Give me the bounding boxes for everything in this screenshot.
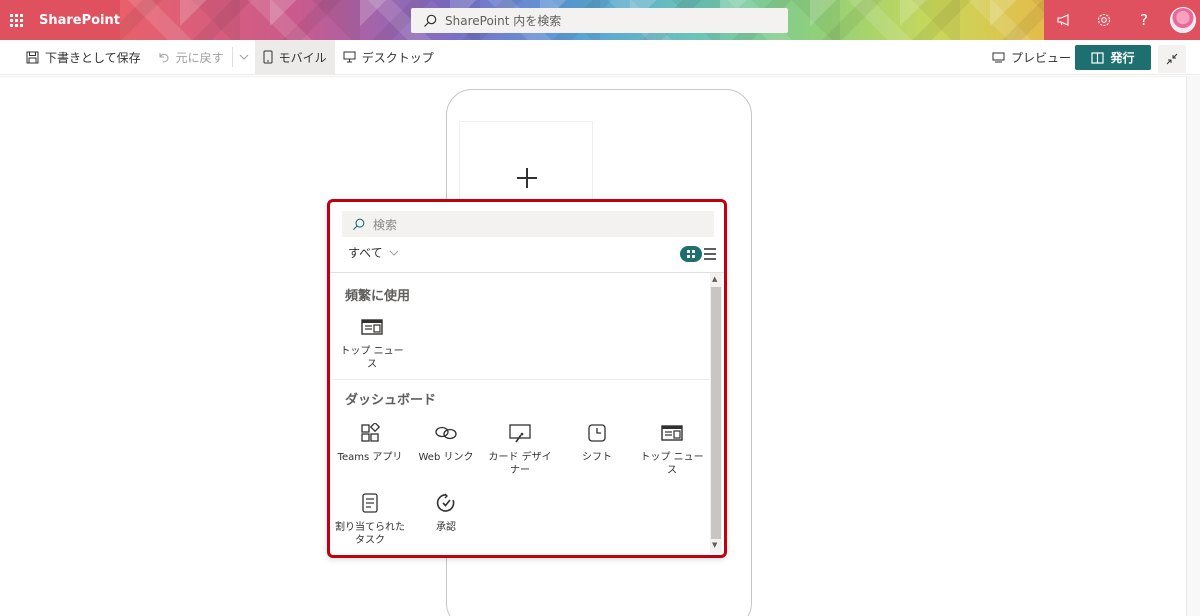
- waffle-icon: [9, 13, 23, 27]
- list-icon: [704, 248, 716, 250]
- webpart-tile-label: トップ ニュース: [340, 346, 404, 370]
- toolbox-search-placeholder: 検索: [373, 217, 398, 232]
- question-icon: ?: [1140, 11, 1148, 29]
- suite-bar-right: ?: [1044, 0, 1200, 40]
- webpart-tile-teams-apps[interactable]: Teams アプリ: [334, 421, 406, 464]
- gear-icon: [1097, 13, 1111, 27]
- chevron-down-icon: [389, 250, 399, 256]
- publish-button[interactable]: 発行: [1075, 45, 1151, 70]
- save-draft-button[interactable]: 下書きとして保存: [18, 40, 149, 75]
- undo-button[interactable]: 元に戻す: [149, 40, 232, 75]
- news-icon: [661, 425, 683, 441]
- webpart-tile-shifts[interactable]: シフト: [561, 421, 633, 464]
- webpart-tile-top-news-2[interactable]: トップ ニュース: [636, 421, 708, 477]
- mobile-label: モバイル: [278, 50, 327, 65]
- webpart-toolbox: 検索 すべて 頻繁に使用 トップ ニュース ダッシュボード Teams アプリ …: [327, 199, 727, 558]
- webpart-tile-label: トップ ニュース: [640, 452, 704, 476]
- megaphone-button[interactable]: [1044, 0, 1084, 40]
- undo-label: 元に戻す: [175, 50, 224, 65]
- brand-name[interactable]: SharePoint: [39, 13, 120, 28]
- megaphone-icon: [1057, 14, 1069, 26]
- approval-icon: [436, 493, 455, 512]
- chevron-down-icon: [239, 54, 249, 60]
- suite-bar-left: SharePoint: [0, 0, 120, 40]
- clock-icon: [588, 424, 606, 442]
- phone-icon: [263, 50, 273, 64]
- webpart-tile-card-designer[interactable]: カード デザイナー: [484, 421, 556, 477]
- webpart-tile-label: シフト: [582, 452, 612, 463]
- toolbox-body: 頻繁に使用 トップ ニュース ダッシュボード Teams アプリ Web リンク…: [330, 273, 710, 553]
- search-icon: [424, 14, 437, 27]
- publish-label: 発行: [1110, 51, 1135, 65]
- desktop-view-button[interactable]: デスクトップ: [335, 40, 442, 75]
- settings-button[interactable]: [1084, 0, 1124, 40]
- section-title-frequent: 頻繁に使用: [345, 289, 411, 304]
- scroll-thumb[interactable]: [711, 287, 721, 539]
- suite-search-placeholder: SharePoint 内を検索: [445, 14, 562, 28]
- webpart-tile-top-news[interactable]: トップ ニュース: [336, 315, 408, 371]
- webpart-tile-approvals[interactable]: 承認: [410, 491, 482, 534]
- section-divider: [333, 379, 710, 380]
- avatar[interactable]: [1170, 7, 1196, 33]
- collapse-button[interactable]: [1158, 45, 1186, 73]
- preview-icon: [992, 52, 1005, 63]
- search-icon: [352, 218, 365, 230]
- preview-button[interactable]: プレビュー: [984, 40, 1079, 75]
- grid-icon: [687, 250, 695, 258]
- page-scrollbar[interactable]: [1186, 76, 1200, 616]
- scroll-down-icon[interactable]: ▼: [712, 541, 717, 549]
- category-filter-label: すべて: [348, 246, 383, 260]
- suite-search-box[interactable]: SharePoint 内を検索: [411, 8, 788, 33]
- card-designer-icon: [509, 424, 531, 443]
- save-icon: [26, 51, 39, 63]
- webpart-tile-web-link[interactable]: Web リンク: [410, 421, 482, 464]
- save-draft-label: 下書きとして保存: [45, 50, 141, 65]
- book-icon: [1091, 51, 1105, 64]
- command-bar: 下書きとして保存 元に戻す モバイル デスクトップ プレビュー 発行: [0, 39, 1200, 75]
- scroll-up-icon[interactable]: ▲: [712, 275, 717, 283]
- undo-dropdown-button[interactable]: [233, 40, 255, 75]
- grid-view-button[interactable]: [680, 246, 702, 262]
- collapse-icon: [1166, 53, 1178, 65]
- webpart-tile-label: Teams アプリ: [337, 452, 403, 463]
- webpart-tile-assigned-tasks[interactable]: 割り当てられたタスク: [334, 491, 406, 547]
- preview-label: プレビュー: [1011, 51, 1072, 65]
- webpart-tile-label: カード デザイナー: [488, 452, 552, 476]
- undo-icon: [159, 52, 169, 62]
- help-button[interactable]: ?: [1124, 0, 1164, 40]
- view-toggle: [680, 246, 716, 262]
- webpart-tile-label: 承認: [436, 522, 456, 533]
- section-title-dashboard: ダッシュボード: [345, 393, 437, 408]
- toolbox-scrollbar[interactable]: ▲ ▼: [710, 273, 722, 553]
- monitor-icon: [343, 51, 356, 63]
- category-filter-dropdown[interactable]: すべて: [348, 244, 399, 261]
- toolbox-search-input[interactable]: 検索: [342, 211, 714, 237]
- task-list-icon: [362, 493, 378, 513]
- add-webpart-plus-icon[interactable]: [514, 165, 540, 191]
- news-icon: [361, 319, 383, 335]
- desktop-label: デスクトップ: [361, 50, 434, 65]
- mobile-view-button[interactable]: モバイル: [254, 39, 335, 75]
- app-launcher-button[interactable]: [0, 0, 33, 40]
- webpart-tile-label: Web リンク: [418, 452, 474, 463]
- webpart-tile-label: 割り当てられたタスク: [335, 522, 405, 546]
- link-icon: [435, 426, 457, 440]
- apps-icon: [361, 423, 380, 442]
- list-view-button[interactable]: [704, 248, 716, 260]
